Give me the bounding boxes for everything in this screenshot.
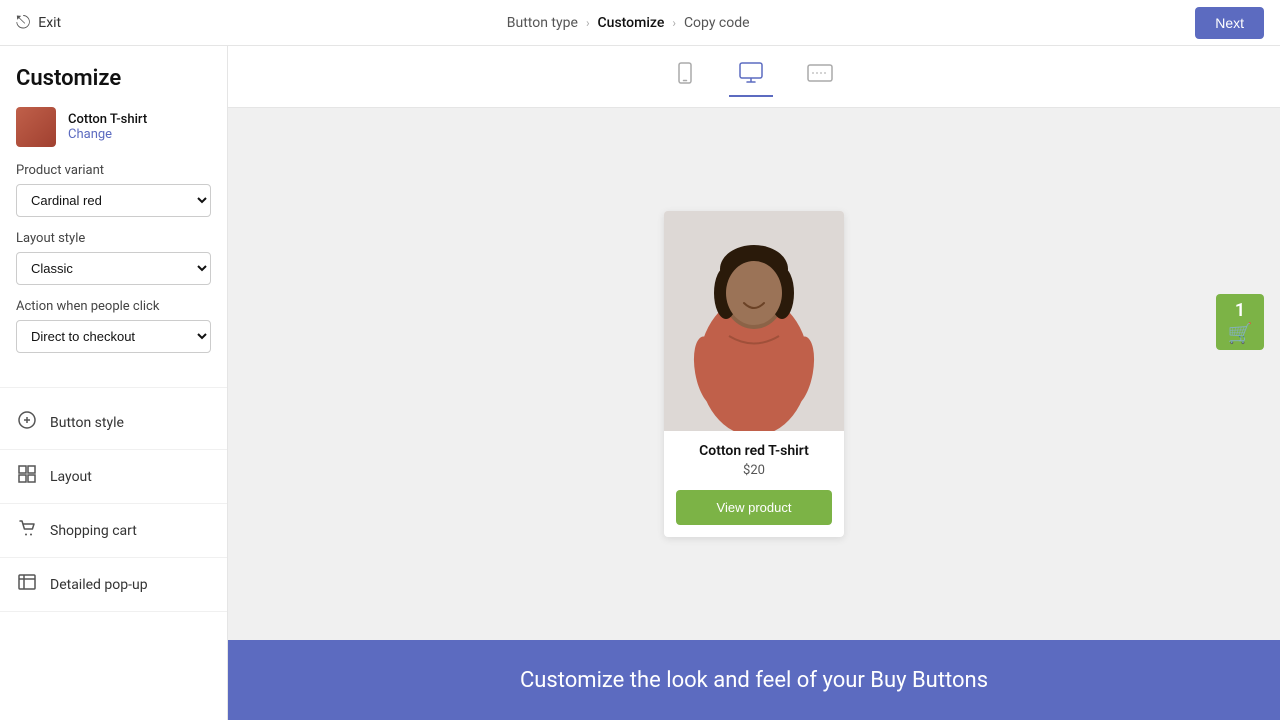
product-card-body: Cotton red T-shirt $20 View product	[664, 431, 844, 537]
action-field-group: Action when people click Direct to check…	[16, 299, 211, 353]
layout-icon	[16, 464, 38, 489]
variant-field-group: Product variant Cardinal red	[16, 163, 211, 217]
product-info: Cotton T-shirt Change	[68, 112, 147, 142]
cart-badge[interactable]: 1 🛒	[1216, 294, 1264, 350]
product-thumbnail	[16, 107, 56, 147]
product-row: Cotton T-shirt Change	[16, 107, 211, 147]
main-layout: Customize Cotton T-shirt Change Product …	[0, 46, 1280, 720]
sidebar-title: Customize	[16, 66, 211, 91]
sidebar-top: Customize Cotton T-shirt Change Product …	[0, 46, 227, 388]
shopping-cart-icon	[16, 518, 38, 543]
sidebar-item-detailed-popup[interactable]: Detailed pop-up	[0, 558, 227, 612]
sidebar-item-shopping-cart[interactable]: Shopping cart	[0, 504, 227, 558]
product-thumb-inner	[16, 107, 56, 147]
desktop-view-button[interactable]	[729, 56, 773, 97]
variant-label: Product variant	[16, 163, 211, 178]
cart-icon: 🛒	[1228, 321, 1253, 345]
breadcrumb-customize[interactable]: Customize	[598, 15, 665, 31]
variant-select[interactable]: Cardinal red	[16, 184, 211, 217]
header: ⎋ Exit Button type › Customize › Copy co…	[0, 0, 1280, 46]
preview-toolbar	[228, 46, 1280, 108]
bottom-banner: Customize the look and feel of your Buy …	[228, 640, 1280, 720]
preview-area: Cotton red T-shirt $20 View product 1 🛒	[228, 46, 1280, 640]
cart-count: 1	[1235, 300, 1245, 321]
mobile-view-button[interactable]	[665, 56, 705, 97]
view-product-button[interactable]: View product	[676, 490, 832, 525]
product-card-image	[664, 211, 844, 431]
layout-select[interactable]: Classic	[16, 252, 211, 285]
sidebar-item-button-style-label: Button style	[50, 415, 124, 431]
breadcrumb-sep-2: ›	[672, 16, 676, 30]
breadcrumb-sep-1: ›	[586, 16, 590, 30]
sidebar-item-layout-label: Layout	[50, 469, 92, 485]
sidebar-nav: Button style Layout	[0, 388, 227, 620]
action-select[interactable]: Direct to checkout	[16, 320, 211, 353]
detailed-popup-icon	[16, 572, 38, 597]
banner-text: Customize the look and feel of your Buy …	[520, 668, 988, 693]
product-name: Cotton T-shirt	[68, 112, 147, 127]
sidebar-item-layout[interactable]: Layout	[0, 450, 227, 504]
product-card-name: Cotton red T-shirt	[676, 443, 832, 459]
breadcrumb: Button type › Customize › Copy code	[507, 15, 750, 31]
sidebar-item-button-style[interactable]: Button style	[0, 396, 227, 450]
product-change-link[interactable]: Change	[68, 127, 147, 142]
breadcrumb-button-type[interactable]: Button type	[507, 15, 578, 31]
wide-view-button[interactable]	[797, 58, 843, 95]
breadcrumb-copy-code[interactable]: Copy code	[684, 15, 750, 31]
exit-button[interactable]: ⎋ Exit	[16, 12, 61, 33]
exit-label: Exit	[38, 15, 61, 31]
exit-icon: ⎋	[16, 12, 30, 33]
preview-content: Cotton red T-shirt $20 View product 1 🛒	[228, 108, 1280, 640]
sidebar-item-detailed-popup-label: Detailed pop-up	[50, 577, 148, 593]
right-panel: Cotton red T-shirt $20 View product 1 🛒 …	[228, 46, 1280, 720]
product-card-price: $20	[676, 463, 832, 478]
layout-field-group: Layout style Classic	[16, 231, 211, 285]
button-style-icon	[16, 410, 38, 435]
sidebar: Customize Cotton T-shirt Change Product …	[0, 46, 228, 720]
next-button[interactable]: Next	[1195, 7, 1264, 39]
layout-label: Layout style	[16, 231, 211, 246]
action-label: Action when people click	[16, 299, 211, 314]
sidebar-item-shopping-cart-label: Shopping cart	[50, 523, 137, 539]
product-card: Cotton red T-shirt $20 View product	[664, 211, 844, 537]
